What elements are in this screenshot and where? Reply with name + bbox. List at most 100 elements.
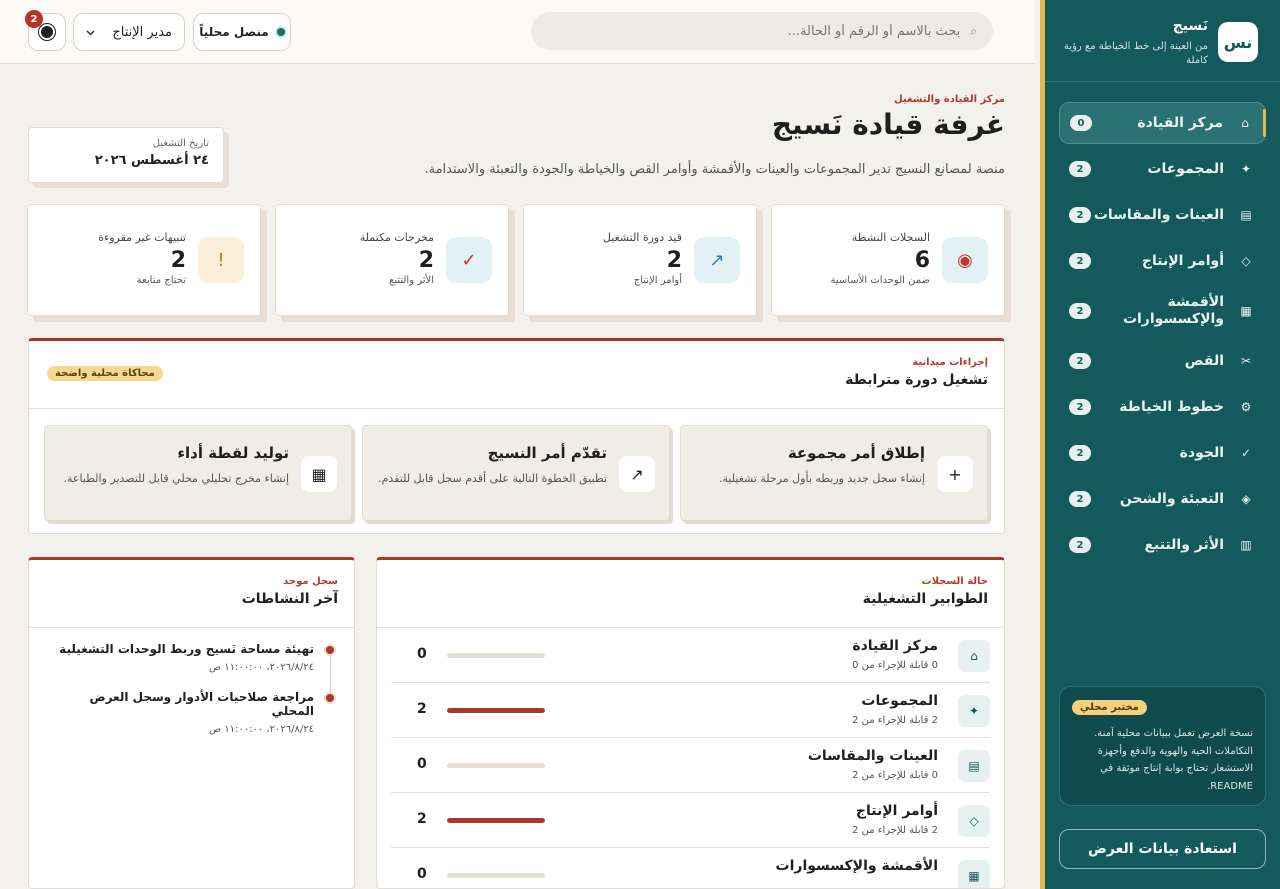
- queue-row[interactable]: ▦ الأقمشة والإكسسوارات 0: [391, 848, 990, 888]
- queue-title: المجموعات: [861, 693, 938, 709]
- barcode-icon: ▥: [1240, 538, 1252, 552]
- chevron-down-icon: [86, 25, 95, 40]
- field-actions-panel: إجراءات ميدانية تشغيل دورة مترابطة محاكا…: [28, 338, 1005, 534]
- connection-status[interactable]: منصل محلياً: [193, 13, 291, 51]
- queue-row[interactable]: ◇ أوامر الإنتاج 2 قابلة للإجراء من 2 2: [391, 793, 990, 848]
- home-icon: ⌂: [958, 640, 990, 672]
- sidebar-item-packing[interactable]: ◈ التعبئة والشحن 2: [1059, 478, 1266, 520]
- role-select[interactable]: مدير الإنتاج: [73, 13, 185, 51]
- sparkle-icon: ✦: [958, 695, 990, 727]
- sidebar-item-label: المجموعات: [1147, 160, 1224, 177]
- sidebar-item-label: أوامر الإنتاج: [1141, 252, 1224, 269]
- kpi-in-cycle: ↗ قيد دورة التشغيل 2 أوامر الإنتاج: [523, 204, 757, 316]
- queue-row[interactable]: ✦ المجموعات 2 قابلة للإجراء من 2 2: [391, 683, 990, 738]
- activity-time: ٢٠٢٦/٨/٢٤، ١١:٠٠:٠٠ ص: [209, 662, 314, 673]
- kpi-sub: أوامر الإنتاج: [633, 275, 682, 286]
- queue-sub: 2 قابلة للإجراء من 2: [852, 715, 938, 726]
- search-input[interactable]: [547, 23, 961, 39]
- restore-demo-data-button[interactable]: استعادة بيانات العرض: [1059, 829, 1266, 869]
- timeline-dot-icon: [326, 646, 334, 654]
- sidebar-item-cutting[interactable]: ✂ القص 2: [1059, 340, 1266, 382]
- notifications-button[interactable]: 2: [25, 10, 66, 51]
- kpi-sub: ضمن الوحدات الأساسية: [830, 275, 930, 286]
- kpi-value: 6: [914, 248, 930, 273]
- notification-icon: [41, 26, 53, 38]
- sidebar-item-count: 2: [1069, 491, 1091, 507]
- section-title: الطوابير التشغيلية: [862, 591, 988, 607]
- sidebar: نس نَسيج من العينة إلى خط الخياطة مع رؤي…: [1040, 0, 1280, 889]
- scissors-icon: ✂: [1240, 354, 1252, 368]
- sparkle-icon: ✦: [1240, 162, 1252, 176]
- kpi-completed-outputs: ✓ مخرجات مكتملة 2 الأثر والتتبع: [275, 204, 509, 316]
- home-icon: ⌂: [1241, 116, 1249, 130]
- list-icon: ▤: [958, 750, 990, 782]
- sidebar-item-fabrics[interactable]: ▦ الأقمشة والإكسسوارات 2: [1059, 286, 1266, 336]
- check-icon: ✓: [446, 237, 492, 283]
- activity-list: تهيئة مساحة نَسيج وربط الوحدات التشغيلية…: [29, 628, 354, 738]
- topbar: ⌕ منصل محلياً مدير الإنتاج 2: [0, 0, 1035, 64]
- connection-status-label: منصل محلياً: [199, 25, 269, 39]
- launch-collection-order-action[interactable]: + إطلاق أمر مجموعة إنشاء سجل جديد وربطه …: [680, 425, 988, 521]
- brand-logo: نس: [1218, 22, 1258, 62]
- queue-value: 0: [417, 646, 427, 662]
- kpi-label: قيد دورة التشغيل: [602, 231, 682, 244]
- sidebar-item-count: 2: [1069, 445, 1091, 461]
- role-select-value: مدير الإنتاج: [112, 24, 172, 40]
- diamond-icon: ◇: [958, 805, 990, 837]
- activity-title: تهيئة مساحة نَسيج وربط الوحدات التشغيلية: [59, 642, 314, 656]
- grid-icon: ▦: [1240, 304, 1252, 318]
- kpi-label: مخرجات مكتملة: [359, 231, 434, 244]
- queue-progress-bar: [447, 653, 545, 658]
- advance-weaving-order-action[interactable]: ↗ تقدّم أمر النسيج تطبيق الخطوة التالية …: [362, 425, 670, 521]
- status-dot-icon: [276, 28, 285, 36]
- queue-row[interactable]: ▤ العينات والمقاسات 0 قابلة للإجراء من 2…: [391, 738, 990, 793]
- local-lab-text: نسخة العرض تعمل ببيانات محلية آمنة. التك…: [1094, 728, 1253, 792]
- sidebar-item-count: 2: [1069, 161, 1091, 177]
- kpi-sub: الأثر والتتبع: [389, 275, 434, 286]
- queue-title: الأقمشة والإكسسوارات: [775, 858, 938, 874]
- action-desc: إنشاء مخرج تحليلي محلي قابل للتصدير والط…: [63, 472, 289, 485]
- recent-activity-panel: سجل موحد آخر النشاطات تهيئة مساحة نَسيج …: [28, 557, 355, 889]
- queue-value: 0: [417, 866, 427, 882]
- queue-progress-bar: [447, 818, 545, 823]
- simulation-tag: محاكاة محلية واضحة: [47, 366, 163, 381]
- sidebar-item-samples[interactable]: ▤ العينات والمقاسات 2: [1059, 194, 1266, 236]
- activity-time: ٢٠٢٦/٨/٢٤، ١١:٠٠:٠٠ ص: [209, 724, 314, 735]
- sidebar-item-sewing-lines[interactable]: ⚙ خطوط الخياطة 2: [1059, 386, 1266, 428]
- sidebar-item-production-orders[interactable]: ◇ أوامر الإنتاج 2: [1059, 240, 1266, 282]
- list-icon: ▤: [1240, 208, 1252, 222]
- local-lab-note: مختبر محلي نسخة العرض تعمل ببيانات محلية…: [1059, 686, 1266, 806]
- sidebar-item-collections[interactable]: ✦ المجموعات 2: [1059, 148, 1266, 190]
- sidebar-item-count: 2: [1069, 537, 1091, 553]
- check-icon: ✓: [1240, 446, 1252, 460]
- action-title: إطلاق أمر مجموعة: [787, 444, 925, 462]
- sidebar-item-count: 2: [1069, 207, 1091, 223]
- section-eyebrow: سجل موحد: [283, 576, 338, 587]
- sidebar-item-count: 0: [1070, 115, 1092, 131]
- generate-performance-snapshot-action[interactable]: ▦ توليد لقطة أداء إنشاء مخرج تحليلي محلي…: [44, 425, 352, 521]
- sidebar-item-label: مركز القيادة: [1137, 114, 1223, 131]
- grid-icon: ▦: [301, 456, 337, 492]
- sidebar-item-label: التعبئة والشحن: [1119, 490, 1224, 507]
- sidebar-item-command-center[interactable]: ⌂ مركز القيادة 0: [1059, 102, 1266, 144]
- target-icon: ◉: [942, 237, 988, 283]
- action-desc: تطبيق الخطوة التالية على أقدم سجل قابل ل…: [378, 472, 607, 485]
- queue-title: مركز القيادة: [852, 638, 938, 654]
- arrow-up-right-icon: ↗: [619, 456, 655, 492]
- sidebar-item-label: القص: [1184, 352, 1224, 369]
- queue-row[interactable]: ⌂ مركز القيادة 0 قابلة للإجراء من 0 0: [391, 628, 990, 683]
- sidebar-item-quality[interactable]: ✓ الجودة 2: [1059, 432, 1266, 474]
- operational-queues-panel: حالة السجلات الطوابير التشغيلية ⌂ مركز ا…: [376, 557, 1005, 889]
- kpi-value: 2: [666, 248, 682, 273]
- sidebar-item-traceability[interactable]: ▥ الأثر والتتبع 2: [1059, 524, 1266, 566]
- diamond-icon: ◇: [1241, 254, 1251, 268]
- trend-up-icon: ↗: [694, 237, 740, 283]
- sidebar-item-count: 2: [1069, 353, 1091, 369]
- kpi-sub: تحتاج متابعة: [136, 275, 186, 286]
- activity-item: تهيئة مساحة نَسيج وربط الوحدات التشغيلية…: [45, 642, 334, 690]
- operation-date-value: ٢٤ أغسطس ٢٠٢٦: [94, 153, 209, 168]
- sidebar-item-label: الجودة: [1179, 444, 1224, 461]
- search-box[interactable]: ⌕: [531, 12, 993, 50]
- queue-value: 2: [417, 701, 427, 717]
- alert-icon: !: [198, 237, 244, 283]
